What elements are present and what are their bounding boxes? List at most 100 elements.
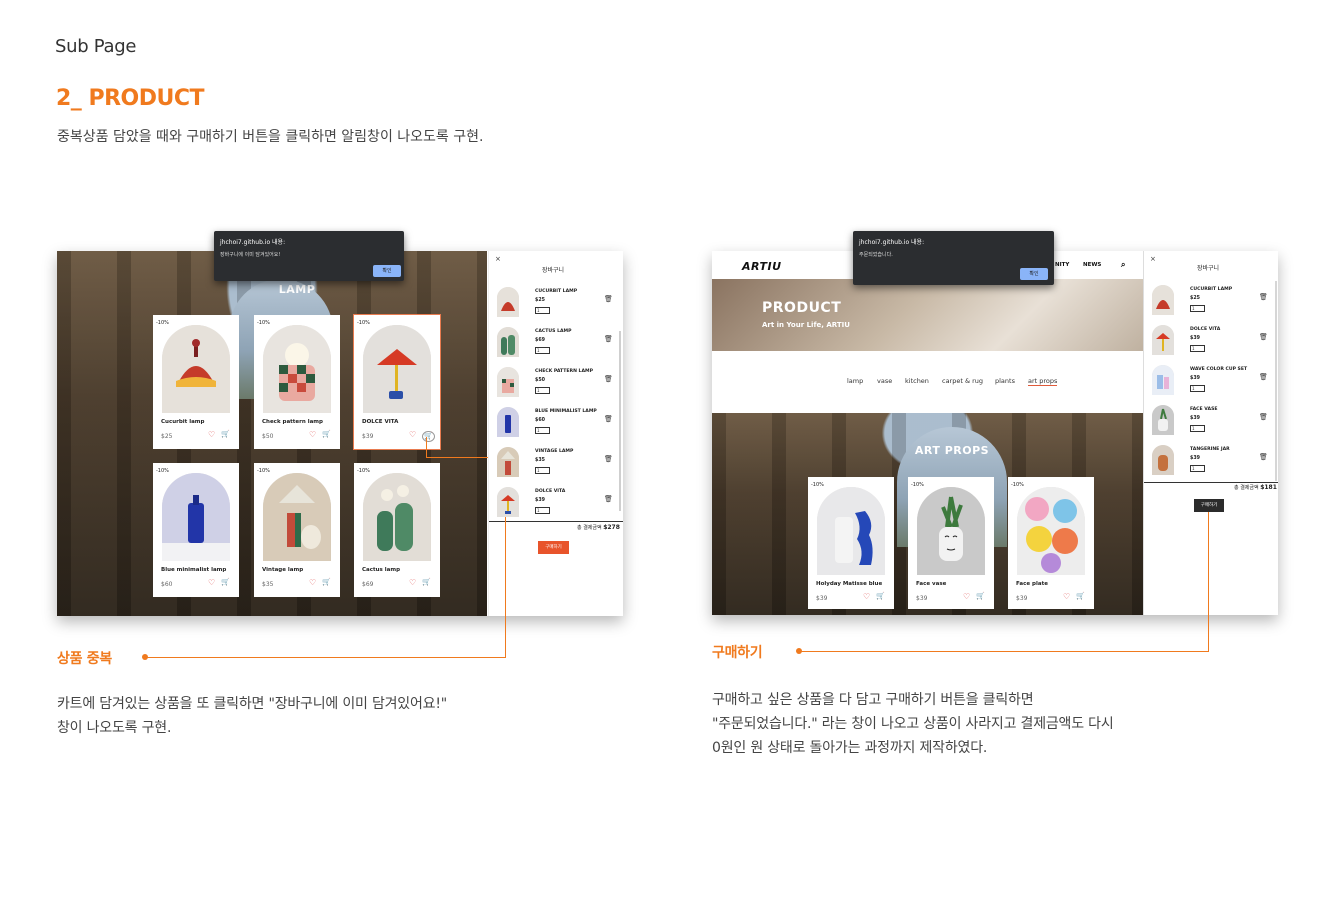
quantity-input[interactable]: 1 [535, 387, 550, 394]
cart-icon[interactable]: 🛒 [322, 579, 331, 586]
cart-icon[interactable]: 🛒 [1076, 593, 1085, 600]
product-name: Vintage lamp [262, 567, 304, 573]
trash-icon[interactable]: 🗑 [1259, 373, 1268, 381]
product-card[interactable]: -10% Cucurbit lamp $25 ♡ 🛒 [153, 315, 239, 449]
total-value: $278 [603, 524, 620, 531]
quantity-input[interactable]: 1 [1190, 345, 1205, 352]
close-icon[interactable]: × [495, 255, 501, 263]
cart-item: BLUE MINIMALIST LAMP $60 1 🗑 [497, 407, 617, 443]
trash-icon[interactable]: 🗑 [1259, 413, 1268, 421]
quantity-input[interactable]: 1 [1190, 465, 1205, 472]
annotation-line [146, 657, 506, 658]
scrollbar[interactable] [1275, 281, 1277, 481]
purchase-button[interactable]: 구매하기 [1194, 499, 1224, 512]
cart-item-name: DOLCE VITA [1190, 327, 1221, 332]
trash-icon[interactable]: 🗑 [604, 295, 613, 303]
face-vase-image [917, 487, 985, 575]
cart-icon[interactable]: 🛒 [876, 593, 885, 600]
trash-icon[interactable]: 🗑 [604, 415, 613, 423]
heart-icon[interactable]: ♡ [309, 579, 316, 587]
heart-icon[interactable]: ♡ [208, 579, 215, 587]
cart-item-thumb [1152, 445, 1174, 475]
cart-icon[interactable]: 🛒 [221, 579, 230, 586]
trash-icon[interactable]: 🗑 [604, 375, 613, 383]
annotation-description: 구매하고 싶은 상품을 다 담고 구매하기 버튼을 클릭하면 "주문되었습니다.… [712, 688, 1114, 760]
banner-label: LAMP [278, 283, 316, 296]
product-card[interactable]: -10% Face plate $39 ♡ 🛒 [1008, 477, 1094, 609]
scrollbar[interactable] [619, 331, 621, 511]
close-icon[interactable]: × [1150, 255, 1156, 263]
cart-item-price: $39 [1190, 376, 1201, 381]
heart-icon[interactable]: ♡ [208, 431, 215, 439]
quantity-input[interactable]: 1 [535, 427, 550, 434]
alert-dialog: jhchoi7.github.io 내용: 장바구니에 이미 담겨있어요! 확인 [214, 231, 404, 281]
trash-icon[interactable]: 🗑 [1259, 453, 1268, 461]
quantity-input[interactable]: 1 [1190, 305, 1205, 312]
product-card[interactable]: -10% Holyday Matisse blue $39 ♡ 🛒 [808, 477, 894, 609]
category-plants[interactable]: plants [995, 377, 1015, 385]
trash-icon[interactable]: 🗑 [1259, 293, 1268, 301]
nav-link[interactable]: NITY [1055, 262, 1069, 268]
search-icon[interactable]: ⌕ [1121, 260, 1125, 270]
product-card[interactable]: -10% Cactus lamp $69 ♡ 🛒 [354, 463, 440, 597]
trash-icon[interactable]: 🗑 [604, 455, 613, 463]
quantity-input[interactable]: 1 [535, 307, 550, 314]
cart-icon[interactable]: 🛒 [221, 431, 230, 438]
product-card[interactable]: -10% Vintage lamp $35 ♡ 🛒 [254, 463, 340, 597]
cart-icon[interactable]: 🛒 [322, 431, 331, 438]
alert-message: 장바구니에 이미 담겨있어요! [220, 252, 281, 258]
quantity-input[interactable]: 1 [1190, 385, 1205, 392]
category-art-props[interactable]: art props [1028, 377, 1058, 386]
face-plate-image [1017, 487, 1085, 575]
quantity-input[interactable]: 1 [535, 347, 550, 354]
product-price: $39 [916, 595, 928, 602]
product-card[interactable]: -10% Check pattern lamp $50 ♡ 🛒 [254, 315, 340, 449]
product-price: $69 [362, 581, 374, 588]
purchase-button[interactable]: 구매하기 [538, 541, 569, 554]
category-kitchen[interactable]: kitchen [905, 377, 929, 385]
hero-subtitle: Art in Your Life, ARTIU [762, 321, 850, 329]
cart-item: CUCURBIT LAMP $25 1 🗑 [1152, 285, 1272, 321]
heart-icon[interactable]: ♡ [963, 593, 970, 601]
product-image [162, 473, 230, 561]
cart-item-price: $35 [535, 458, 546, 463]
product-card-selected[interactable]: -10% DOLCE VITA $39 ♡ 🛒 [353, 314, 441, 450]
product-card[interactable]: -10% Blue minimalist lamp $60 ♡ 🛒 [153, 463, 239, 597]
product-name: Cactus lamp [362, 567, 401, 573]
description-line: 카트에 담겨있는 상품을 또 클릭하면 "장바구니에 이미 담겨있어요!" [57, 696, 448, 712]
cart-divider [489, 521, 623, 522]
heart-icon[interactable]: ♡ [409, 579, 416, 587]
category-vase[interactable]: vase [877, 377, 892, 385]
trash-icon[interactable]: 🗑 [604, 495, 613, 503]
heart-icon[interactable]: ♡ [1063, 593, 1070, 601]
heart-icon[interactable]: ♡ [863, 593, 870, 601]
annotation-label-duplicate: 상품 중복 [57, 651, 112, 667]
trash-icon[interactable]: 🗑 [1259, 333, 1268, 341]
cart-icon[interactable]: 🛒 [976, 593, 985, 600]
product-price: $35 [262, 581, 274, 588]
nav-link[interactable]: NEWS [1083, 262, 1101, 268]
quantity-input[interactable]: 1 [1190, 425, 1205, 432]
cart-divider [1144, 482, 1278, 483]
section-title: 2_ PRODUCT [56, 86, 205, 111]
quantity-input[interactable]: 1 [535, 507, 550, 514]
heart-icon[interactable]: ♡ [309, 431, 316, 439]
heart-icon[interactable]: ♡ [409, 431, 416, 439]
category-carpet-rug[interactable]: carpet & rug [942, 377, 983, 385]
site-logo[interactable]: ARTIU [742, 260, 782, 273]
cart-item-thumb [497, 287, 519, 317]
alert-ok-button[interactable]: 확인 [373, 265, 401, 277]
cart-icon[interactable]: 🛒 [422, 431, 435, 442]
product-name: Cucurbit lamp [161, 419, 205, 425]
annotation-line [800, 651, 1209, 652]
cart-item-price: $69 [535, 338, 546, 343]
product-card[interactable]: -10% Face vase $39 ♡ 🛒 [908, 477, 994, 609]
alert-ok-button[interactable]: 확인 [1020, 268, 1048, 280]
discount-badge: -10% [911, 482, 924, 488]
cart-item: CHECK PATTERN LAMP $50 1 🗑 [497, 367, 617, 403]
quantity-input[interactable]: 1 [535, 467, 550, 474]
annotation-line [1208, 512, 1209, 652]
cart-icon[interactable]: 🛒 [422, 579, 431, 586]
category-lamp[interactable]: lamp [847, 377, 863, 385]
trash-icon[interactable]: 🗑 [604, 335, 613, 343]
